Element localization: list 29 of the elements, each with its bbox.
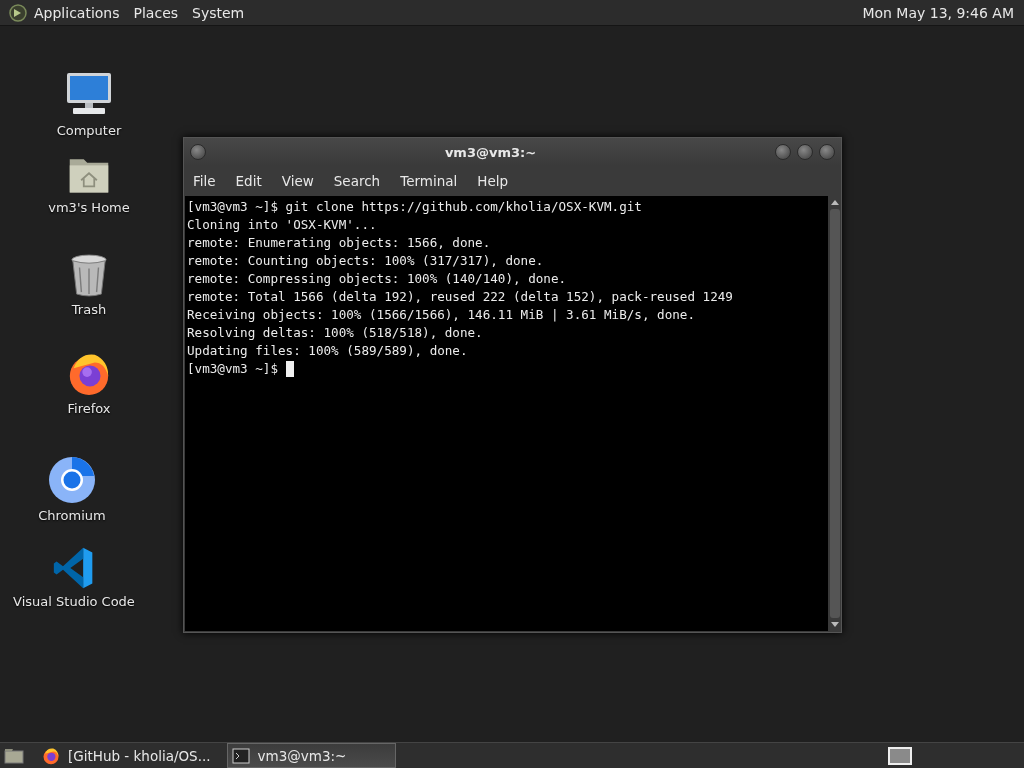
menu-item[interactable]: Edit [235, 173, 262, 189]
terminal-line: remote: Counting objects: 100% (317/317), done. [187, 252, 545, 270]
taskbar-button[interactable]: vm3@vm3:~ [226, 743, 396, 768]
menu-item[interactable]: Help [477, 173, 509, 189]
terminal-line: Receiving objects: 100% (1566/1566), 146.11 MiB | 3.61 MiB/s, done. [187, 306, 696, 324]
terminal-line: Updating files: 100% (589/589), done. [187, 342, 469, 360]
menu-item[interactable]: Terminal [400, 173, 458, 189]
desktop-icon-label[interactable]: Trash [71, 302, 107, 317]
terminal-prompt: [vm3@vm3 ~]$ [187, 360, 278, 378]
panel-menu[interactable]: Places [133, 4, 179, 21]
desktop-icon-label[interactable]: Computer [56, 123, 122, 138]
menu-item[interactable]: View [281, 173, 314, 189]
taskbar-button[interactable]: [GitHub - kholia/OS... [38, 744, 219, 767]
terminal-line: Cloning into 'OSX-KVM'... [187, 216, 378, 234]
panel-menu[interactable]: System [192, 4, 245, 21]
menu-item[interactable]: Search [333, 173, 381, 189]
panel-menu[interactable]: Applications [34, 4, 120, 21]
terminal-line: remote: Enumerating objects: 1566, done. [187, 234, 492, 252]
desktop-icon-label[interactable]: Visual Studio Code [13, 594, 135, 609]
terminal-line: remote: Compressing objects: 100% (140/140), done. [187, 270, 568, 288]
menu-item[interactable]: File [193, 173, 216, 189]
terminal-line: [vm3@vm3 ~]$ git clone https://github.com/kholia/OSX-KVM.git [187, 198, 643, 216]
desktop-icon-label[interactable]: Firefox [67, 401, 111, 416]
terminal-line: Resolving deltas: 100% (518/518), done. [187, 324, 484, 342]
desktop-icon-label[interactable]: Chromium [38, 508, 106, 523]
terminal-line: remote: Total 1566 (delta 192), reused 222 (delta 152), pack-reused 1249 [187, 288, 734, 306]
window-title: vm3@vm3:~ [443, 144, 538, 160]
clock[interactable]: Mon May 13, 9:46 AM [862, 4, 1014, 21]
desktop-icon-label[interactable]: vm3's Home [48, 200, 130, 215]
